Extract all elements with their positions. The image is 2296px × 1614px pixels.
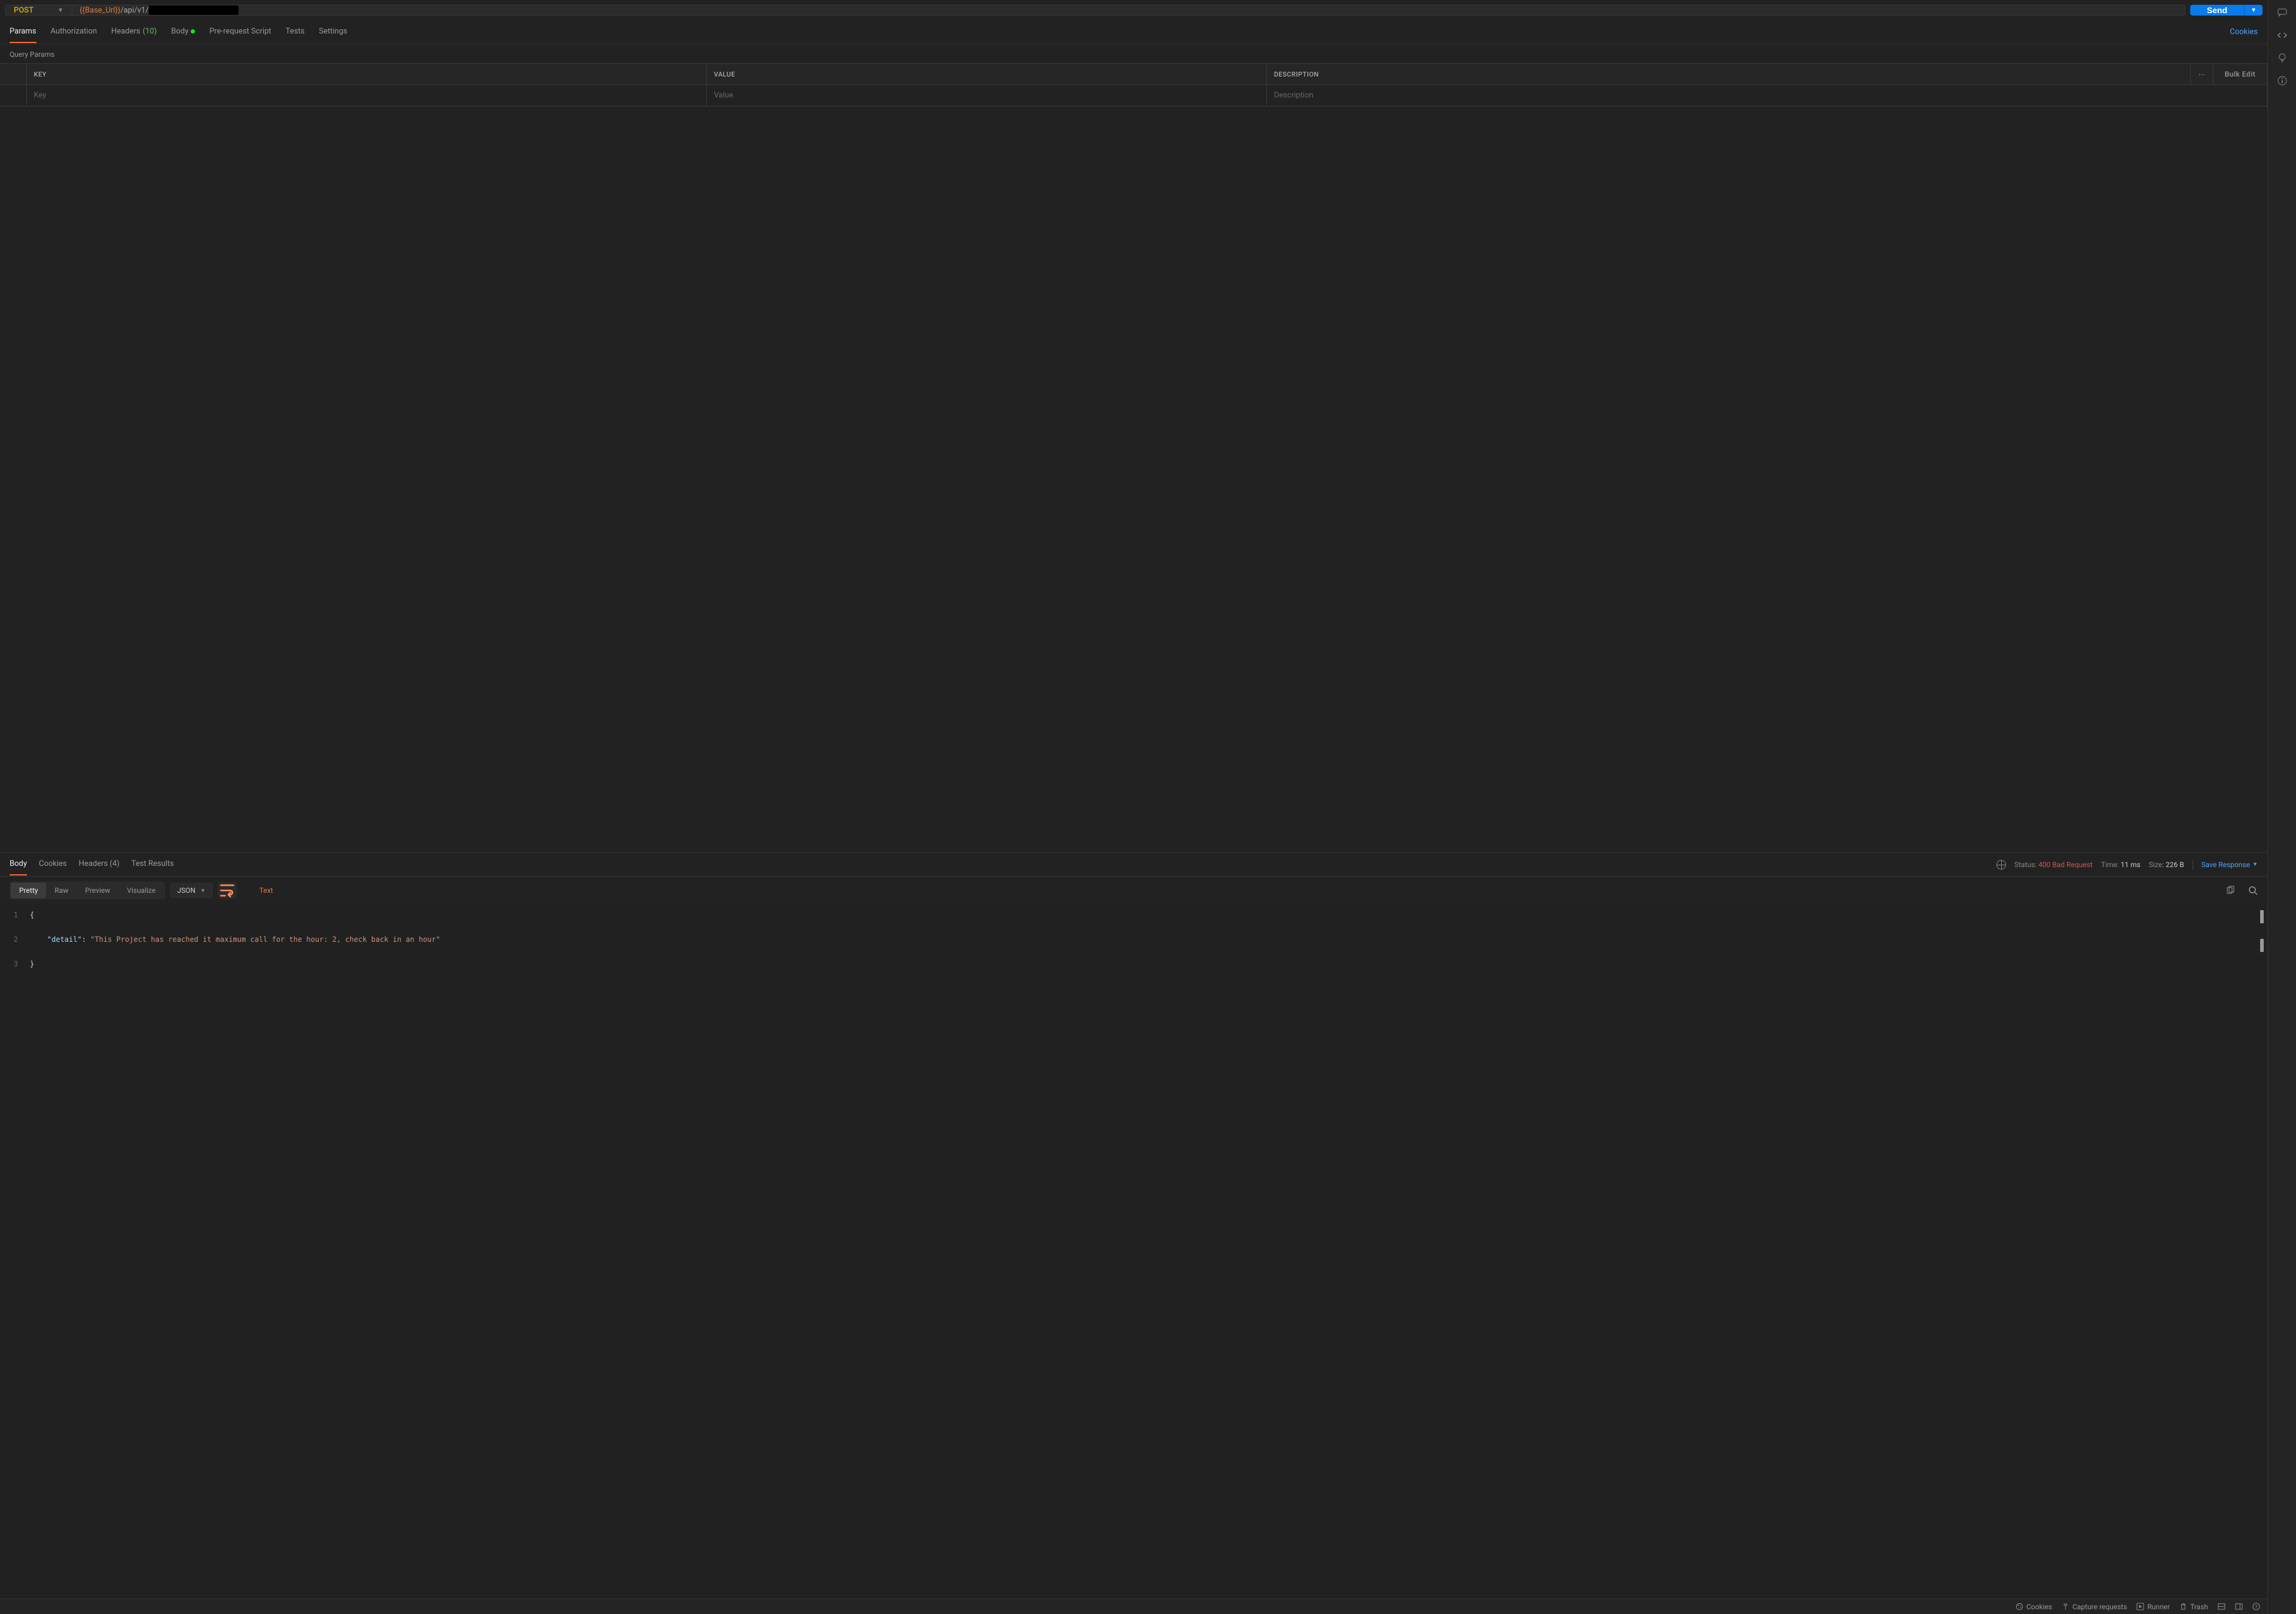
bottom-runner[interactable]: Runner (2136, 1603, 2170, 1611)
view-preview[interactable]: Preview (77, 883, 118, 898)
bottom-panels-icon[interactable] (2218, 1603, 2225, 1610)
param-description-input[interactable]: Description (1266, 85, 2267, 106)
json-value-detail: "This Project has reached it maximum cal… (90, 935, 440, 944)
response-tab-body[interactable]: Body (10, 853, 27, 875)
comments-icon[interactable] (2277, 7, 2288, 18)
tab-headers[interactable]: Headers (10) (111, 21, 157, 43)
url-variable: {{Base_Url}} (80, 6, 120, 15)
key-column-header: KEY (26, 64, 706, 85)
cookie-icon (2016, 1603, 2023, 1610)
response-tab-test-results[interactable]: Test Results (132, 853, 174, 875)
method-select[interactable]: POST ▼ (5, 5, 72, 15)
param-checkbox[interactable] (0, 85, 26, 106)
bottom-trash[interactable]: Trash (2179, 1603, 2208, 1611)
copy-icon[interactable] (2225, 886, 2235, 895)
response-tab-cookies[interactable]: Cookies (39, 853, 67, 875)
more-columns-icon[interactable]: ⋯ (2191, 64, 2213, 85)
url-obscured-segment (149, 5, 239, 15)
checkbox-column-header (0, 64, 26, 85)
trash-icon (2179, 1603, 2187, 1610)
scroll-marker (2260, 910, 2264, 923)
headers-count: (10) (143, 27, 157, 36)
search-icon[interactable] (2248, 886, 2258, 895)
size-value: 226 B (2166, 861, 2184, 869)
send-dropdown[interactable]: ▼ (2244, 5, 2263, 16)
send-button[interactable]: Send (2190, 5, 2244, 16)
response-body[interactable]: 1{ 2 "detail": "This Project has reached… (0, 904, 2267, 1598)
value-column-header: VALUE (706, 64, 1266, 85)
tab-params[interactable]: Params (10, 21, 36, 43)
view-raw[interactable]: Raw (46, 883, 77, 898)
tab-body[interactable]: Body (171, 21, 195, 43)
bottom-help-icon[interactable]: ? (2252, 1603, 2260, 1610)
json-line-3: } (30, 960, 34, 968)
wrap-lines-button[interactable] (218, 882, 237, 899)
tab-prerequest[interactable]: Pre-request Script (209, 21, 271, 43)
param-key-input[interactable]: Key (26, 85, 706, 106)
description-column-header: DESCRIPTION (1266, 64, 2190, 85)
wrap-icon (218, 882, 237, 899)
code-icon[interactable] (2277, 30, 2288, 41)
lightbulb-icon[interactable] (2277, 53, 2288, 63)
svg-text:?: ? (2255, 1604, 2258, 1609)
response-tab-headers[interactable]: Headers (4) (79, 853, 120, 875)
bulk-edit-button[interactable]: Bulk Edit (2213, 64, 2267, 85)
scroll-marker (2260, 939, 2264, 952)
url-path: /api/v1/ (120, 6, 148, 15)
response-headers-count: (4) (109, 859, 119, 868)
tab-authorization[interactable]: Authorization (51, 21, 97, 43)
status-label: Status: (2014, 861, 2037, 869)
save-response-button[interactable]: Save Response ▼ (2202, 861, 2258, 869)
chevron-down-icon: ▼ (200, 887, 206, 894)
status-value: 400 Bad Request (2038, 861, 2093, 869)
method-label: POST (14, 6, 33, 15)
play-icon (2136, 1603, 2144, 1610)
text-label: Text (259, 886, 273, 895)
body-indicator-dot (191, 29, 195, 33)
json-line-1: { (30, 911, 34, 919)
time-value: 11 ms (2121, 861, 2141, 869)
json-key-detail: "detail" (47, 935, 82, 944)
time-label: Time: (2101, 861, 2119, 869)
view-pretty[interactable]: Pretty (11, 883, 46, 898)
query-params-title: Query Params (0, 44, 2267, 63)
bottom-capture[interactable]: Capture requests (2062, 1603, 2127, 1611)
cookies-link[interactable]: Cookies (2230, 28, 2258, 36)
content-type-select[interactable]: JSON ▼ (170, 883, 212, 898)
tab-settings[interactable]: Settings (319, 21, 347, 43)
antenna-icon (2062, 1603, 2069, 1610)
param-row-empty: Key Value Description (0, 85, 2267, 106)
size-label: Size: (2149, 861, 2164, 869)
param-value-input[interactable]: Value (706, 85, 1266, 106)
bottom-cookies[interactable]: Cookies (2016, 1603, 2052, 1611)
url-input[interactable]: {{Base_Url}}/api/v1/ (72, 5, 2185, 15)
info-icon[interactable] (2277, 75, 2288, 86)
globe-icon[interactable] (1996, 860, 2006, 869)
chevron-down-icon: ▼ (2252, 861, 2258, 868)
bottom-sidebar-icon[interactable] (2235, 1603, 2243, 1610)
chevron-down-icon: ▼ (57, 7, 63, 14)
tab-tests[interactable]: Tests (286, 21, 305, 43)
view-visualize[interactable]: Visualize (118, 883, 164, 898)
